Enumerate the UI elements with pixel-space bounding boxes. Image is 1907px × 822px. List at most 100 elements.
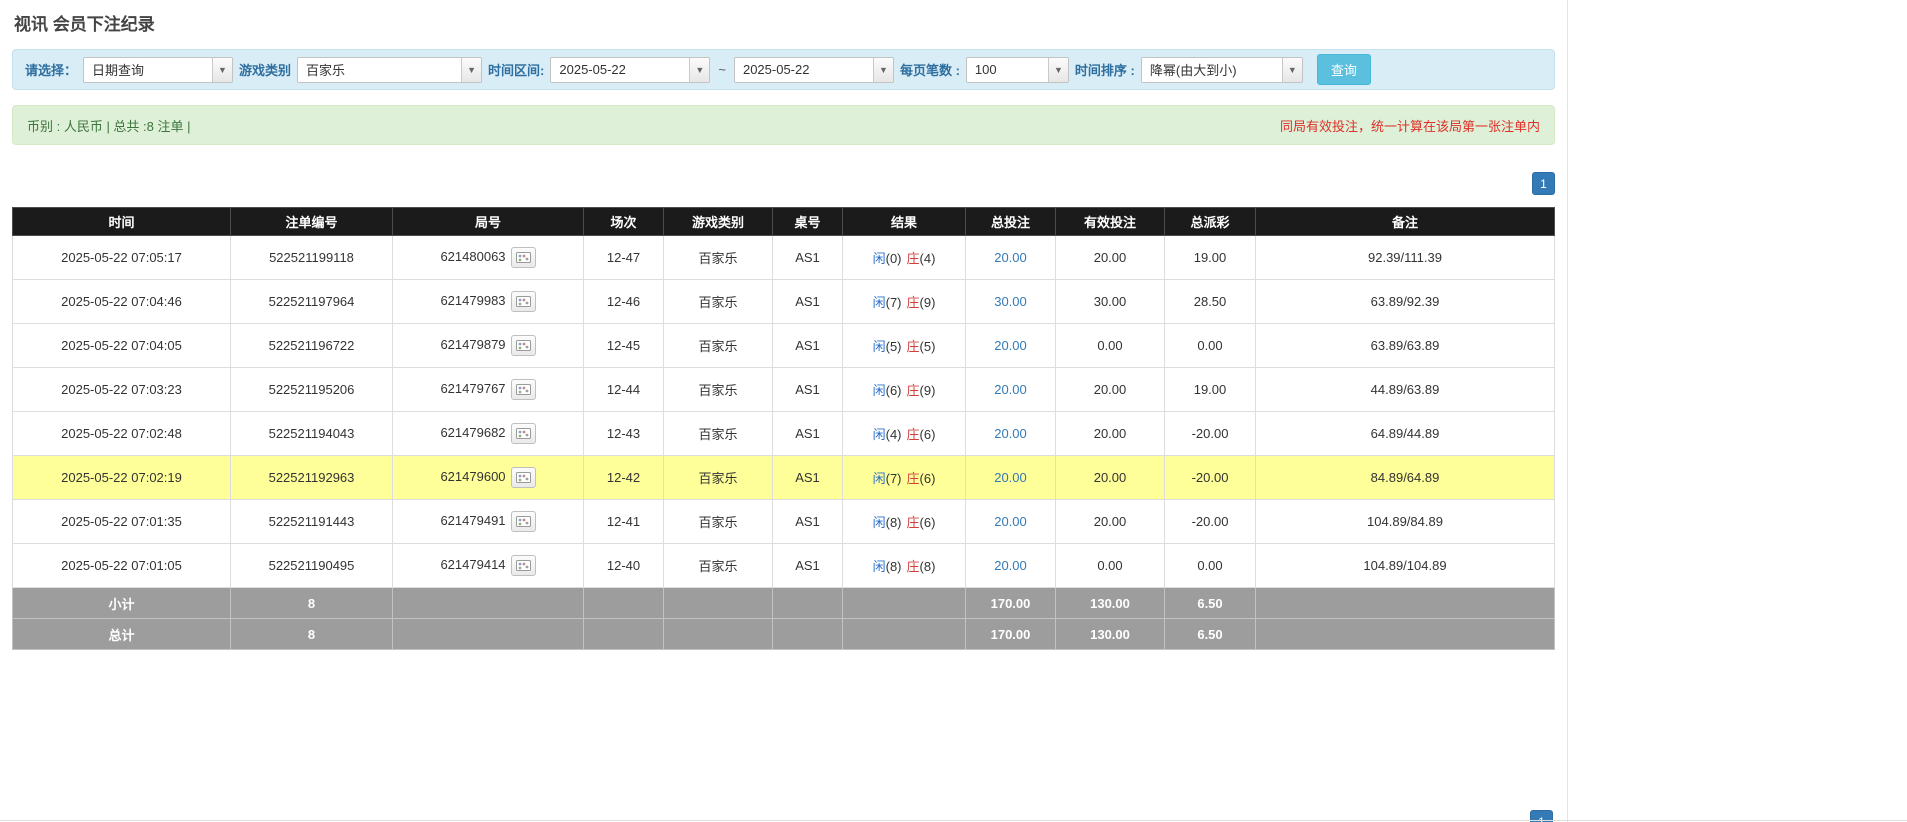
- page-size-select[interactable]: ▼: [965, 56, 1069, 83]
- chevron-down-icon[interactable]: ▼: [1047, 57, 1068, 82]
- game-type-input[interactable]: [298, 57, 462, 82]
- total-total-bet: 170.00: [965, 618, 1056, 650]
- total-bet-link[interactable]: 20.00: [994, 250, 1027, 265]
- cell-result: 闲(5) 庄(5): [842, 323, 966, 368]
- total-bet-link[interactable]: 20.00: [994, 426, 1027, 441]
- roadmap-icon[interactable]: [510, 423, 536, 444]
- sort-input[interactable]: [1141, 57, 1282, 82]
- cell-round: 621479879: [392, 323, 584, 368]
- filter-bar: 请选择： ▼ 游戏类别 ▼ 时间区间: ▼ ~ ▼ 每页笔数 : ▼ 时间排序 …: [12, 49, 1555, 90]
- cell-total-bet: 20.00: [965, 543, 1056, 588]
- cell-table: AS1: [772, 279, 843, 324]
- date-to-input[interactable]: [734, 57, 873, 82]
- round-number: 621479879: [440, 336, 506, 352]
- cell-session: 12-47: [583, 235, 664, 280]
- result-player: 闲: [872, 559, 886, 574]
- result-player-score: (4): [885, 427, 902, 442]
- result-banker-score: (9): [919, 383, 936, 398]
- sort-select[interactable]: ▼: [1140, 56, 1303, 83]
- total-count: 8: [230, 618, 393, 650]
- total-bet-link[interactable]: 20.00: [994, 558, 1027, 573]
- header-time: 时间: [12, 207, 231, 236]
- betting-records-table: 时间 注单编号 局号 场次 游戏类别 桌号 结果 总投注 有效投注 总派彩 备注…: [12, 207, 1555, 650]
- result-banker: 庄: [906, 559, 920, 574]
- cell-round: 621479491: [392, 499, 584, 544]
- cell-bet-id: 522521199118: [230, 235, 393, 280]
- result-banker-score: (6): [919, 471, 936, 486]
- total-bet-link[interactable]: 20.00: [994, 382, 1027, 397]
- header-table: 桌号: [772, 207, 843, 236]
- total-bet-link[interactable]: 20.00: [994, 338, 1027, 353]
- header-bet-id: 注单编号: [230, 207, 393, 236]
- cell-result: 闲(8) 庄(6): [842, 499, 966, 544]
- cell-bet-id: 522521190495: [230, 543, 393, 588]
- date-from-input[interactable]: [551, 57, 690, 82]
- cell-valid-bet: 20.00: [1055, 499, 1165, 544]
- cell-game-type: 百家乐: [663, 367, 773, 412]
- result-player-score: (6): [885, 383, 902, 398]
- cell-round: 621479682: [392, 411, 584, 456]
- cell-game-type: 百家乐: [663, 499, 773, 544]
- table-row: 2025-05-22 07:04:46 522521197964 6214799…: [12, 279, 1555, 324]
- date-from-picker[interactable]: ▼: [550, 56, 711, 83]
- cell-round: 621479414: [392, 543, 584, 588]
- roadmap-icon[interactable]: [510, 511, 536, 532]
- result-banker: 庄: [906, 383, 920, 398]
- chevron-down-icon[interactable]: ▼: [1281, 57, 1302, 82]
- total-payout: 6.50: [1164, 618, 1256, 650]
- table-row: 2025-05-22 07:02:19 522521192963 6214796…: [12, 455, 1555, 500]
- cell-session: 12-40: [583, 543, 664, 588]
- roadmap-icon[interactable]: [510, 555, 536, 576]
- chevron-down-icon[interactable]: ▼: [689, 57, 710, 82]
- cell-session: 12-43: [583, 411, 664, 456]
- cell-game-type: 百家乐: [663, 455, 773, 500]
- bottom-divider: [0, 820, 1907, 821]
- total-bet-link[interactable]: 20.00: [994, 514, 1027, 529]
- roadmap-icon[interactable]: [510, 335, 536, 356]
- result-banker-score: (4): [919, 251, 936, 266]
- game-type-select[interactable]: ▼: [297, 56, 483, 83]
- roadmap-icon[interactable]: [510, 291, 536, 312]
- round-number: 621479983: [440, 292, 506, 308]
- cell-bet-id: 522521192963: [230, 455, 393, 500]
- page-size-input[interactable]: [966, 57, 1048, 82]
- cell-payout: 28.50: [1164, 279, 1256, 324]
- page-1-button[interactable]: 1: [1532, 172, 1555, 195]
- pagination-top: 1: [12, 172, 1555, 195]
- cell-result: 闲(8) 庄(8): [842, 543, 966, 588]
- subtotal-label: 小计: [12, 587, 231, 619]
- cell-table: AS1: [772, 411, 843, 456]
- result-banker-score: (6): [919, 427, 936, 442]
- result-banker-score: (9): [919, 295, 936, 310]
- cell-remark: 44.89/63.89: [1255, 367, 1555, 412]
- result-banker-score: (6): [919, 515, 936, 530]
- content-frame: 视讯 会员下注纪录 请选择： ▼ 游戏类别 ▼ 时间区间: ▼ ~ ▼ 每页笔数…: [0, 0, 1568, 822]
- roadmap-icon[interactable]: [510, 379, 536, 400]
- cell-result: 闲(7) 庄(9): [842, 279, 966, 324]
- subtotal-payout: 6.50: [1164, 587, 1256, 619]
- cell-round: 621479600: [392, 455, 584, 500]
- chevron-down-icon[interactable]: ▼: [461, 57, 482, 82]
- chevron-down-icon[interactable]: ▼: [212, 57, 233, 82]
- query-type-select[interactable]: ▼: [83, 56, 234, 83]
- chevron-down-icon[interactable]: ▼: [872, 57, 893, 82]
- cell-valid-bet: 20.00: [1055, 367, 1165, 412]
- cell-valid-bet: 20.00: [1055, 411, 1165, 456]
- roadmap-icon[interactable]: [510, 247, 536, 268]
- result-banker: 庄: [906, 295, 920, 310]
- result-banker: 庄: [906, 251, 920, 266]
- total-bet-link[interactable]: 30.00: [994, 294, 1027, 309]
- cell-remark: 92.39/111.39: [1255, 235, 1555, 280]
- roadmap-icon[interactable]: [510, 467, 536, 488]
- page-size-label: 每页笔数 :: [899, 63, 960, 78]
- total-bet-link[interactable]: 20.00: [994, 470, 1027, 485]
- cell-game-type: 百家乐: [663, 235, 773, 280]
- date-to-picker[interactable]: ▼: [733, 56, 894, 83]
- query-type-input[interactable]: [84, 57, 213, 82]
- round-number: 621479491: [440, 512, 506, 528]
- cell-payout: 19.00: [1164, 235, 1256, 280]
- table-row: 2025-05-22 07:01:35 522521191443 6214794…: [12, 499, 1555, 544]
- round-number: 621479682: [440, 424, 506, 440]
- query-button[interactable]: 查询: [1316, 54, 1371, 85]
- result-player: 闲: [872, 339, 886, 354]
